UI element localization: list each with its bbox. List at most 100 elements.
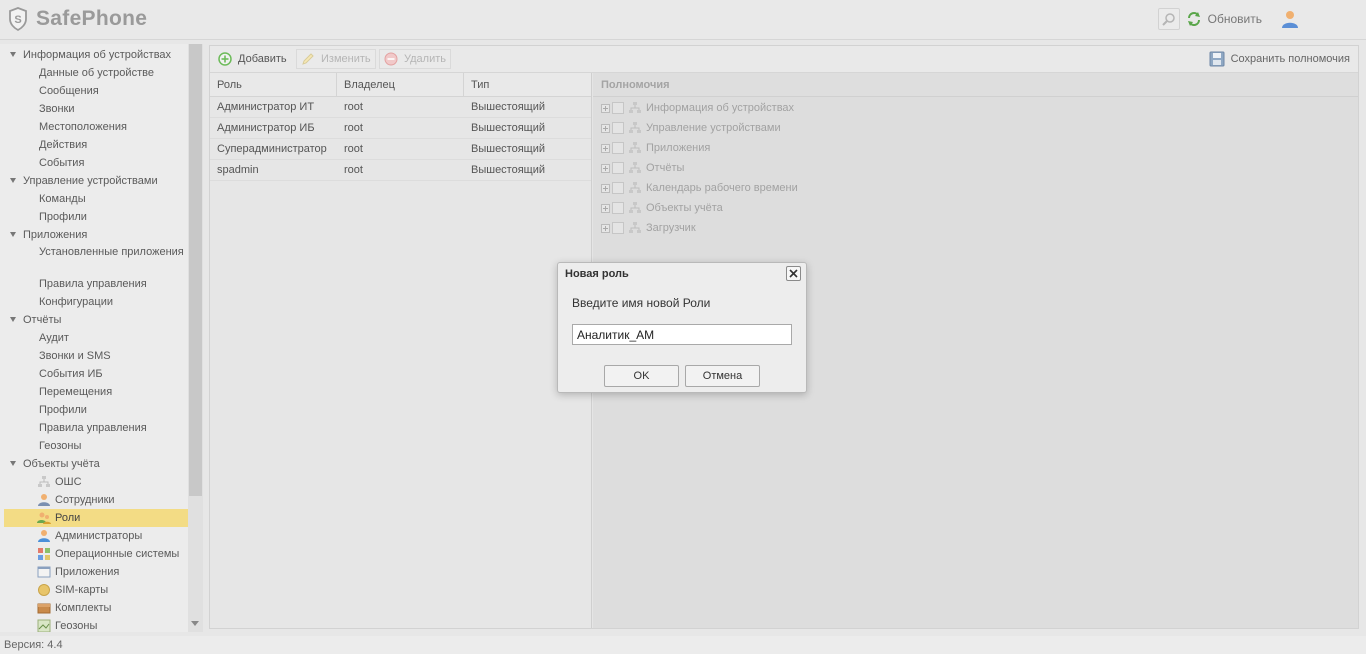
sidebar-item-label: Приложения (55, 566, 120, 578)
permission-checkbox[interactable] (612, 222, 624, 234)
sidebar-item[interactable]: Геозоны (0, 437, 188, 455)
sidebar-item-label: Сотрудники (55, 494, 115, 506)
expand-arrow-icon[interactable] (10, 317, 16, 322)
sidebar-item[interactable]: Управление устройствами (0, 172, 188, 190)
sidebar-item-label: Операционные системы (55, 548, 180, 560)
sidebar-item-label: Правила управления (39, 422, 147, 434)
sidebar-item-label: Аудит (39, 332, 69, 344)
expand-plus-icon[interactable] (601, 163, 610, 173)
sidebar-item[interactable]: Приложения (0, 563, 188, 581)
role-name-input[interactable] (572, 324, 792, 345)
sidebar-item[interactable]: ОШС (0, 473, 188, 491)
ok-button[interactable]: OK (604, 365, 679, 387)
table-row[interactable]: Администратор ИТ root Вышестоящий (210, 97, 591, 118)
sim-icon (37, 583, 51, 597)
expand-plus-icon[interactable] (601, 223, 610, 233)
sidebar-item[interactable]: Команды (0, 190, 188, 208)
sidebar-item[interactable]: Установленные приложения (0, 244, 188, 275)
sidebar-item[interactable]: Профили (0, 401, 188, 419)
shield-logo-icon: S (9, 7, 27, 31)
column-header-role[interactable]: Роль (210, 73, 337, 97)
permission-item[interactable]: Отчёты (601, 158, 684, 178)
sidebar-item[interactable]: Аудит (0, 329, 188, 347)
sidebar-item[interactable]: Правила управления (0, 419, 188, 437)
sidebar-item[interactable]: Местоположения (0, 118, 188, 136)
permission-item[interactable]: Объекты учёта (601, 198, 723, 218)
dialog-close-button[interactable] (786, 266, 801, 281)
expand-arrow-icon[interactable] (10, 178, 16, 183)
expand-plus-icon[interactable] (601, 103, 610, 113)
expand-plus-icon[interactable] (601, 183, 610, 193)
expand-plus-icon[interactable] (601, 123, 610, 133)
sidebar-item[interactable]: Отчёты (0, 311, 188, 329)
permission-checkbox[interactable] (612, 162, 624, 174)
sidebar-item[interactable]: Данные об устройстве (0, 64, 188, 82)
sidebar-item-label: ОШС (55, 476, 82, 488)
sidebar-item[interactable]: Администраторы (0, 527, 188, 545)
cancel-button[interactable]: Отмена (685, 365, 760, 387)
permission-item[interactable]: Информация об устройствах (601, 98, 794, 118)
permission-checkbox[interactable] (612, 102, 624, 114)
sidebar-item[interactable]: Информация об устройствах (0, 46, 188, 64)
sidebar-item[interactable]: Звонки (0, 100, 188, 118)
expand-plus-icon[interactable] (601, 203, 610, 213)
permission-item[interactable]: Приложения (601, 138, 710, 158)
sidebar-item-label: Профили (39, 211, 87, 223)
org-structure-icon (629, 182, 641, 193)
sidebar-item[interactable]: Операционные системы (0, 545, 188, 563)
permission-item[interactable]: Управление устройствами (601, 118, 781, 138)
roles-table-body: Администратор ИТ root Вышестоящий Администр… (210, 97, 591, 181)
navigation-tree: Информация об устройствах Данные об устро… (0, 46, 188, 632)
permission-checkbox[interactable] (612, 182, 624, 194)
permission-item[interactable]: Загрузчик (601, 218, 696, 238)
sidebar-item[interactable]: Роли (4, 509, 188, 527)
sidebar-item[interactable]: Геозоны (0, 617, 188, 632)
edit-role-button[interactable]: Изменить (296, 49, 376, 69)
table-cell: Администратор ИТ (217, 101, 315, 113)
expand-plus-icon[interactable] (601, 143, 610, 153)
permission-checkbox[interactable] (612, 142, 624, 154)
new-role-dialog: Новая роль Введите имя новой Роли OK Отм… (557, 262, 807, 393)
table-row[interactable]: spadmin root Вышестоящий (210, 160, 591, 181)
permission-label: Информация об устройствах (646, 102, 795, 114)
table-row[interactable]: Суперадминистратор root Вышестоящий (210, 139, 591, 160)
navigation-sidebar: Информация об устройствах Данные об устро… (0, 44, 203, 632)
sidebar-item[interactable]: Профили (0, 208, 188, 226)
sidebar-item[interactable]: События (0, 154, 188, 172)
sidebar-item[interactable]: Звонки и SMS (0, 347, 188, 365)
delete-role-button[interactable]: Удалить (379, 49, 451, 69)
column-header-owner[interactable]: Владелец (337, 73, 464, 97)
sidebar-item[interactable]: Приложения (0, 226, 188, 244)
sidebar-item[interactable]: Сотрудники (0, 491, 188, 509)
scroll-down-arrow-icon[interactable] (191, 621, 199, 626)
add-role-button[interactable]: Добавить (214, 49, 291, 69)
sidebar-item[interactable]: Конфигурации (0, 293, 188, 311)
sidebar-item-label: Местоположения (39, 121, 127, 133)
org-structure-icon (629, 142, 641, 153)
sidebar-scrollbar[interactable] (188, 44, 203, 632)
sidebar-item[interactable]: SIM-карты (0, 581, 188, 599)
sidebar-item[interactable]: События ИБ (0, 365, 188, 383)
sidebar-item[interactable]: Сообщения (0, 82, 188, 100)
search-tool-button[interactable] (1157, 8, 1180, 30)
sidebar-item[interactable]: Перемещения (0, 383, 188, 401)
sidebar-item-label: События (39, 157, 85, 169)
sidebar-scrollbar-thumb[interactable] (189, 44, 202, 496)
refresh-button[interactable]: Обновить (1186, 11, 1262, 27)
sidebar-item[interactable]: Комплекты (0, 599, 188, 617)
expand-arrow-icon[interactable] (10, 52, 16, 57)
save-permissions-button[interactable]: Сохранить полномочия (1205, 49, 1354, 69)
sidebar-item[interactable]: Правила управления (0, 275, 188, 293)
permission-checkbox[interactable] (612, 122, 624, 134)
sidebar-item[interactable]: Действия (0, 136, 188, 154)
header-actions: Обновить (1157, 8, 1300, 30)
permission-checkbox[interactable] (612, 202, 624, 214)
permission-item[interactable]: Календарь рабочего времени (601, 178, 798, 198)
column-header-type[interactable]: Тип (464, 73, 591, 97)
permission-label: Календарь рабочего времени (646, 182, 798, 194)
user-avatar-icon[interactable] (1280, 9, 1300, 29)
expand-arrow-icon[interactable] (10, 461, 16, 466)
expand-arrow-icon[interactable] (10, 232, 16, 237)
sidebar-item[interactable]: Объекты учёта (0, 455, 188, 473)
table-row[interactable]: Администратор ИБ root Вышестоящий (210, 118, 591, 139)
